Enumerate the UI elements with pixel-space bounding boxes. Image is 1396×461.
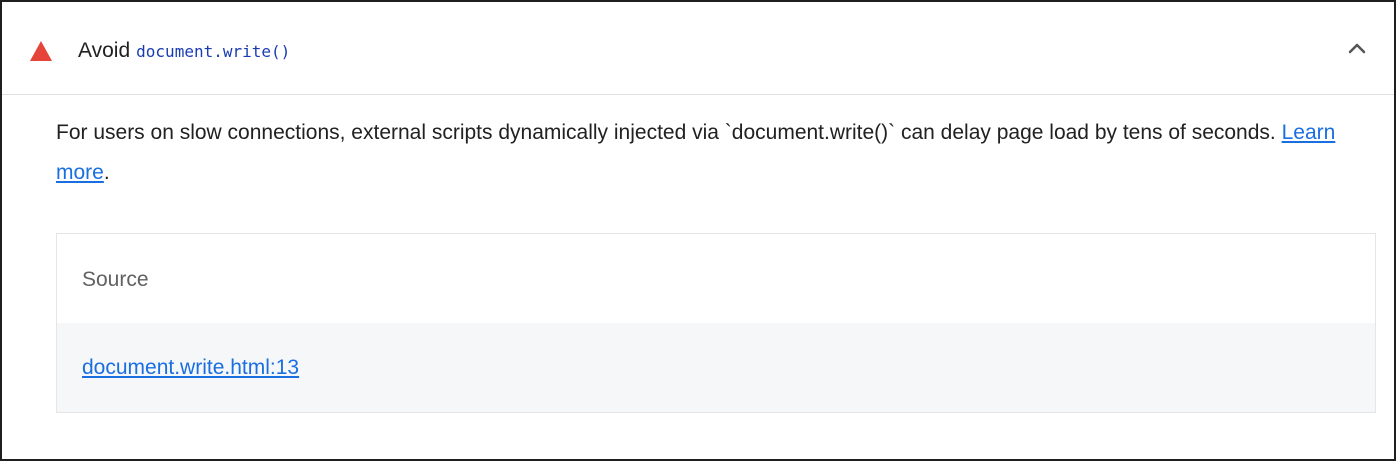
audit-title-code: document.write() xyxy=(136,42,291,61)
table-row: document.write.html:13 xyxy=(57,323,1375,412)
audit-description: For users on slow connections, external … xyxy=(56,113,1376,193)
column-header-source: Source xyxy=(82,268,149,291)
warning-triangle-icon xyxy=(30,41,52,61)
audit-title-prefix: Avoid xyxy=(78,39,131,62)
description-suffix: . xyxy=(103,161,110,184)
table-header: Source xyxy=(57,234,1375,323)
chevron-up-icon[interactable] xyxy=(1345,36,1369,60)
source-link[interactable]: document.write.html:13 xyxy=(82,353,299,383)
audit-header[interactable]: Avoid document.write() xyxy=(2,2,1394,95)
audit-title: Avoid document.write() xyxy=(78,36,290,66)
description-text: For users on slow connections, external … xyxy=(56,121,1282,144)
details-table: Source document.write.html:13 xyxy=(56,233,1376,413)
audit-panel: Avoid document.write() For users on slow … xyxy=(0,0,1396,461)
